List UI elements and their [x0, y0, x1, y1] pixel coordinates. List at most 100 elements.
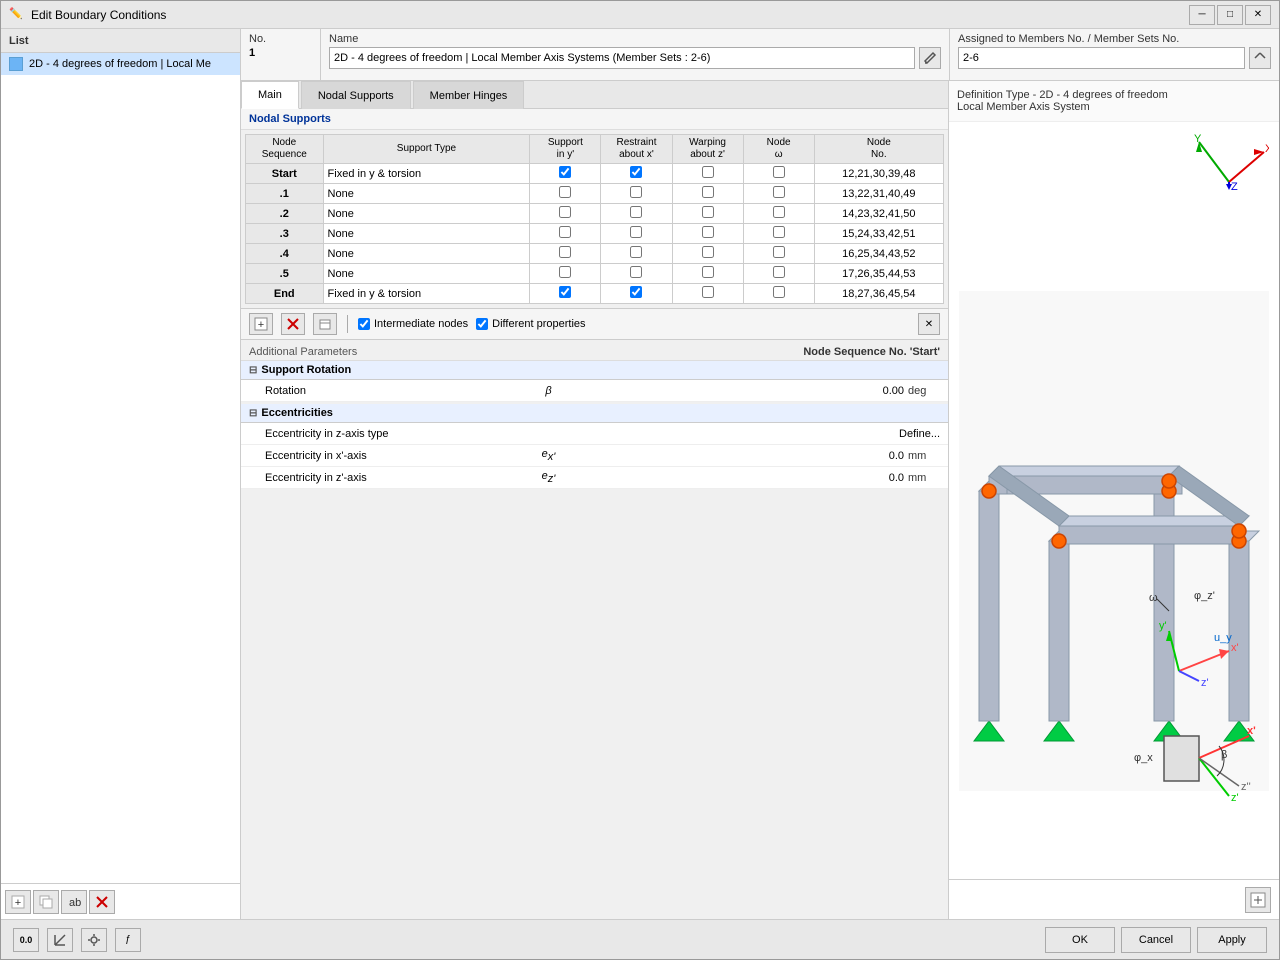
check-z[interactable]	[702, 186, 714, 198]
assigned-input[interactable]	[958, 47, 1245, 69]
check-w[interactable]	[773, 246, 785, 258]
table-row-x[interactable]	[601, 204, 672, 224]
table-row-w[interactable]	[743, 204, 814, 224]
table-row-x[interactable]	[601, 224, 672, 244]
table-row-y[interactable]	[530, 204, 601, 224]
table-row-y[interactable]	[530, 244, 601, 264]
table-row-x[interactable]	[601, 264, 672, 284]
check-z[interactable]	[702, 206, 714, 218]
assigned-section: Assigned to Members No. / Member Sets No…	[949, 29, 1279, 80]
check-y[interactable]	[559, 206, 571, 218]
check-z[interactable]	[702, 286, 714, 298]
table-row-z[interactable]	[672, 264, 743, 284]
different-properties-label[interactable]: Different properties	[476, 318, 585, 330]
coord-button[interactable]: 0.0	[13, 928, 39, 952]
table-row-x[interactable]	[601, 244, 672, 264]
check-y[interactable]	[559, 166, 571, 178]
table-row-w[interactable]	[743, 244, 814, 264]
table-row-z[interactable]	[672, 164, 743, 184]
axis-button[interactable]	[47, 928, 73, 952]
window-title: Edit Boundary Conditions	[31, 8, 1189, 22]
table-row-z[interactable]	[672, 224, 743, 244]
table-row-w[interactable]	[743, 184, 814, 204]
table-row-y[interactable]	[530, 164, 601, 184]
diagram-footer	[949, 879, 1279, 919]
list-item-icon	[9, 57, 23, 71]
toolbar-add-button[interactable]: +	[249, 313, 273, 335]
table-row-w[interactable]	[743, 224, 814, 244]
table-row-x[interactable]	[601, 164, 672, 184]
function-button[interactable]: ƒ	[115, 928, 141, 952]
table-row-z[interactable]	[672, 284, 743, 304]
list-footer: + ab	[1, 883, 240, 919]
settings-button[interactable]	[81, 928, 107, 952]
different-properties-checkbox[interactable]	[476, 318, 488, 330]
table-row-y[interactable]	[530, 264, 601, 284]
eccz-symbol: ez'	[519, 470, 579, 485]
name-section: Name	[321, 29, 949, 80]
check-z[interactable]	[702, 226, 714, 238]
add-item-button[interactable]: +	[5, 890, 31, 914]
params-header-label: Additional Parameters	[249, 346, 357, 358]
check-y[interactable]	[559, 286, 571, 298]
ok-button[interactable]: OK	[1045, 927, 1115, 953]
toolbar-delete2-button[interactable]	[313, 313, 337, 335]
table-row-w[interactable]	[743, 164, 814, 184]
list-item[interactable]: 2D - 4 degrees of freedom | Local Me	[1, 53, 240, 75]
minimize-button[interactable]: ─	[1189, 5, 1215, 25]
apply-button[interactable]: Apply	[1197, 927, 1267, 953]
table-row-x[interactable]	[601, 284, 672, 304]
toolbar-delete-button[interactable]	[281, 313, 305, 335]
check-y[interactable]	[559, 266, 571, 278]
table-row-y[interactable]	[530, 284, 601, 304]
check-y[interactable]	[559, 246, 571, 258]
svg-text:z'': z''	[1241, 781, 1251, 793]
check-z[interactable]	[702, 246, 714, 258]
check-x[interactable]	[630, 266, 642, 278]
delete-item-button[interactable]	[89, 890, 115, 914]
intermediate-nodes-checkbox[interactable]	[358, 318, 370, 330]
close-button[interactable]: ✕	[1245, 5, 1271, 25]
check-x[interactable]	[630, 186, 642, 198]
rename-item-button[interactable]: ab	[61, 890, 87, 914]
check-w[interactable]	[773, 206, 785, 218]
eccentricities-group[interactable]: ⊟ Eccentricities	[241, 404, 948, 423]
check-w[interactable]	[773, 166, 785, 178]
check-z[interactable]	[702, 266, 714, 278]
copy-item-button[interactable]	[33, 890, 59, 914]
check-y[interactable]	[559, 186, 571, 198]
table-row-y[interactable]	[530, 184, 601, 204]
table-row-z[interactable]	[672, 244, 743, 264]
maximize-button[interactable]: □	[1217, 5, 1243, 25]
table-row-y[interactable]	[530, 224, 601, 244]
check-x[interactable]	[630, 226, 642, 238]
table-row-w[interactable]	[743, 284, 814, 304]
check-w[interactable]	[773, 286, 785, 298]
check-x[interactable]	[630, 206, 642, 218]
tab-main[interactable]: Main	[241, 81, 299, 109]
check-x[interactable]	[630, 286, 642, 298]
name-edit-button[interactable]	[919, 47, 941, 69]
cancel-button[interactable]: Cancel	[1121, 927, 1191, 953]
table-row-x[interactable]	[601, 184, 672, 204]
intermediate-nodes-label[interactable]: Intermediate nodes	[358, 318, 468, 330]
check-z[interactable]	[702, 166, 714, 178]
check-x[interactable]	[630, 246, 642, 258]
tab-member-hinges[interactable]: Member Hinges	[413, 81, 525, 109]
bottom-right: OK Cancel Apply	[1045, 927, 1267, 953]
table-row-z[interactable]	[672, 184, 743, 204]
check-w[interactable]	[773, 186, 785, 198]
support-rotation-group[interactable]: ⊟ Support Rotation	[241, 361, 948, 380]
angle-diagram: x' z' z'' β φ_x	[1129, 706, 1259, 829]
assigned-edit-button[interactable]	[1249, 47, 1271, 69]
table-row-z[interactable]	[672, 204, 743, 224]
check-x[interactable]	[630, 166, 642, 178]
name-input[interactable]	[329, 47, 915, 69]
toolbar-close-button[interactable]: ✕	[918, 313, 940, 335]
check-w[interactable]	[773, 266, 785, 278]
check-y[interactable]	[559, 226, 571, 238]
diagram-settings-button[interactable]	[1245, 887, 1271, 913]
table-row-w[interactable]	[743, 264, 814, 284]
check-w[interactable]	[773, 226, 785, 238]
tab-nodal-supports[interactable]: Nodal Supports	[301, 81, 411, 109]
